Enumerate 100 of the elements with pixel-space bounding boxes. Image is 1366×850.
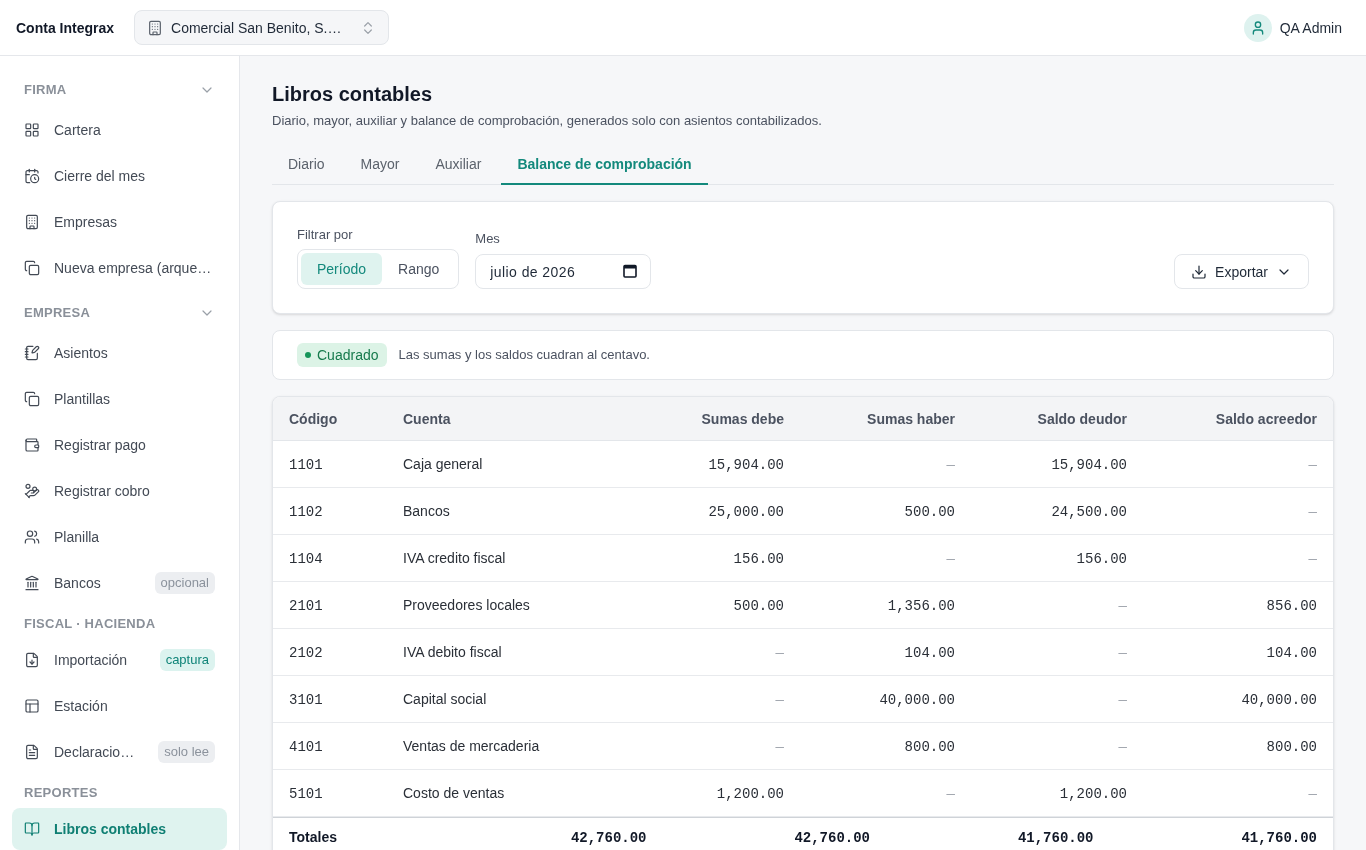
brand-name: Conta Integrax <box>16 18 114 38</box>
status-message: Las sumas y los saldos cuadran al centavo. <box>398 346 650 365</box>
column-header: Código <box>289 410 338 427</box>
column-header: Saldo acreedor <box>1215 410 1317 427</box>
amount-cell: — <box>1118 645 1127 661</box>
item-tag: solo lee <box>158 740 215 764</box>
account-code: 5101 <box>289 786 323 802</box>
amount-cell: — <box>1118 598 1127 614</box>
export-button[interactable]: Exportar <box>1174 254 1309 289</box>
sidebar-item[interactable]: Nueva empresa (arque… <box>12 247 227 289</box>
item-tag: opcional <box>154 571 215 595</box>
amount-cell: 800.00 <box>1266 739 1317 755</box>
amount-cell: — <box>775 692 784 708</box>
tab[interactable]: Mayor <box>344 145 416 185</box>
layout-icon <box>24 698 40 714</box>
grid-icon <box>24 122 40 138</box>
account-code: 1101 <box>289 457 323 473</box>
user-avatar-icon[interactable] <box>1243 13 1272 42</box>
account-code: 1104 <box>289 551 323 567</box>
account-name: Proveedores locales <box>403 597 530 613</box>
month-field[interactable]: julio de 2026 <box>475 254 652 289</box>
wallet-icon <box>24 437 40 453</box>
amount-cell: — <box>1118 692 1127 708</box>
tab[interactable]: Balance de comprobación <box>501 145 708 185</box>
amount-cell: — <box>946 551 955 567</box>
sidebar-item[interactable]: Registrar pago <box>12 424 227 466</box>
amount-cell: 156.00 <box>733 551 784 567</box>
amount-cell: 800.00 <box>904 739 955 755</box>
amount-cell: — <box>775 739 784 755</box>
amount-cell: 856.00 <box>1266 598 1317 614</box>
total-amount: 41,760.00 <box>1017 830 1094 846</box>
sidebar-item[interactable]: Estación <box>12 685 227 727</box>
account-code: 2101 <box>289 598 323 614</box>
totals-label: Totales <box>289 828 337 847</box>
amount-cell: — <box>1308 786 1317 802</box>
company-selector[interactable]: Comercial San Benito, S.… <box>134 10 389 45</box>
sidebar-item[interactable]: Importación captura <box>12 639 227 681</box>
amount-cell: 24,500.00 <box>1051 504 1127 520</box>
page-title: Libros contables <box>272 82 434 107</box>
sidebar-item[interactable]: Registrar cobro <box>12 470 227 512</box>
item-tag: captura <box>159 648 215 672</box>
notebook-pen-icon <box>24 345 40 361</box>
amount-cell: 104.00 <box>904 645 955 661</box>
amount-cell: 500.00 <box>733 598 784 614</box>
amount-cell: — <box>1308 457 1317 473</box>
amount-cell: — <box>1308 551 1317 567</box>
section-heading: EMPRESA <box>24 304 91 323</box>
sidebar-item[interactable]: Empresas <box>12 201 227 243</box>
page-subtitle: Diario, mayor, auxiliar y balance de comprobación, generados solo con asientos contabilizados. <box>272 112 823 130</box>
users-icon <box>24 529 40 545</box>
amount-cell: — <box>1118 739 1127 755</box>
account-name: IVA debito fiscal <box>403 644 502 660</box>
copy-icon <box>24 260 40 276</box>
column-header: Sumas haber <box>867 410 955 427</box>
sidebar-item[interactable]: Cierre del mes <box>12 155 227 197</box>
column-header: Sumas debe <box>701 410 784 427</box>
total-amount: 41,760.00 <box>1241 830 1317 846</box>
account-name: Capital social <box>403 691 487 707</box>
sidebar-item[interactable]: Cartera <box>12 109 227 151</box>
account-name: Ventas de mercaderia <box>403 738 540 754</box>
tab[interactable]: Auxiliar <box>419 145 498 185</box>
total-amount: 42,760.00 <box>794 830 870 846</box>
column-header: Saldo deudor <box>1037 410 1127 427</box>
sidebar-item[interactable]: Plantillas <box>12 378 227 420</box>
sidebar-item[interactable]: Declaracio… solo lee <box>12 731 227 773</box>
download-icon <box>1191 263 1208 280</box>
copy-icon <box>24 391 40 407</box>
amount-cell: 25,000.00 <box>708 504 784 520</box>
book-icon <box>24 821 40 837</box>
amount-cell: 40,000.00 <box>1241 692 1317 708</box>
amount-cell: 1,200.00 <box>1059 786 1127 802</box>
sidebar-item[interactable]: Bancos opcional <box>12 562 227 604</box>
total-amount: 42,760.00 <box>570 830 647 846</box>
amount-cell: — <box>946 786 955 802</box>
sidebar-item[interactable]: Planilla <box>12 516 227 558</box>
calendar-icon[interactable] <box>623 264 638 278</box>
account-name: IVA credito fiscal <box>403 550 506 566</box>
account-code: 3101 <box>289 692 323 708</box>
amount-cell: — <box>775 645 784 661</box>
document-icon <box>24 744 40 760</box>
amount-cell: — <box>946 457 955 473</box>
amount-cell: 15,904.00 <box>708 457 784 473</box>
sidebar-item[interactable]: Asientos <box>12 332 227 374</box>
filter-label: Filtrar por <box>297 226 354 244</box>
mode-option[interactable]: Período <box>301 253 383 285</box>
hand-coins-icon <box>24 483 40 499</box>
sidebar-item[interactable]: Libros contables <box>12 808 227 850</box>
building-icon <box>147 19 163 36</box>
bank-icon <box>24 575 40 591</box>
mode-option[interactable]: Rango <box>382 253 456 285</box>
section-heading: REPORTES <box>24 784 98 803</box>
month-label: Mes <box>475 230 501 248</box>
amount-cell: 104.00 <box>1266 645 1317 661</box>
section-heading: FISCAL · HACIENDA <box>24 615 156 634</box>
account-code: 1102 <box>289 504 323 520</box>
tab[interactable]: Diario <box>272 145 341 185</box>
amount-cell: 1,200.00 <box>716 786 784 802</box>
account-code: 4101 <box>289 739 323 755</box>
column-header: Cuenta <box>403 410 451 427</box>
amount-cell: 15,904.00 <box>1051 457 1127 473</box>
